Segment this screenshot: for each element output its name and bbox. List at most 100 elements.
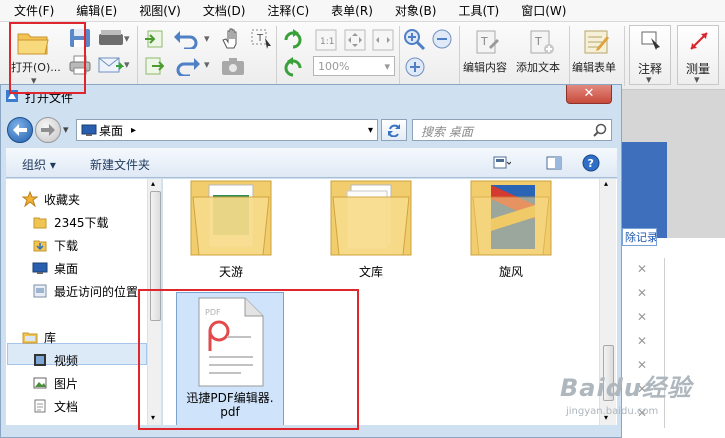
- zoom-value: 100%: [318, 59, 350, 73]
- nav-item-label: 2345下载: [54, 215, 109, 230]
- undo-dropdown-icon[interactable]: ▾: [204, 32, 210, 45]
- dialog-titlebar: 打开文件 ✕: [1, 85, 621, 107]
- nav-item-recent-places[interactable]: 最近访问的位置: [32, 281, 138, 301]
- nav-item-label: 文档: [54, 399, 79, 414]
- redo-dropdown-icon[interactable]: ▾: [204, 58, 210, 71]
- video-icon: [32, 352, 48, 368]
- close-icon[interactable]: ✕: [637, 310, 647, 324]
- annotate-icon: [639, 29, 663, 51]
- new-folder-button[interactable]: 新建文件夹: [90, 156, 150, 173]
- menu-object[interactable]: 对象(B): [395, 2, 437, 19]
- address-location: 桌面: [99, 123, 124, 138]
- scroll-up-icon[interactable]: ▴: [151, 179, 155, 188]
- rotate-counterclockwise-icon[interactable]: [280, 55, 306, 79]
- email-icon[interactable]: [98, 54, 124, 76]
- email-dropdown-icon[interactable]: ▾: [124, 58, 130, 71]
- search-input[interactable]: 搜索 桌面: [412, 119, 612, 141]
- undo-icon[interactable]: [172, 28, 202, 50]
- zoom-out-icon[interactable]: [430, 27, 454, 51]
- recent-pages-dropdown-icon[interactable]: ▾: [63, 123, 69, 136]
- address-bar[interactable]: 桌面 ▸ ▾: [76, 119, 378, 141]
- close-icon[interactable]: ✕: [637, 262, 647, 276]
- nav-library-label: 库: [44, 330, 57, 345]
- library-icon: [22, 329, 38, 345]
- folder-item-xuanfeng[interactable]: 旋风: [461, 179, 561, 279]
- highlight-open-button: [9, 22, 86, 94]
- address-row: ▾ 桌面 ▸ ▾ 搜索 桌面: [1, 113, 621, 145]
- nav-item-2345-downloads[interactable]: 2345下载: [32, 212, 109, 232]
- menu-bar: 文件(F) 编辑(E) 视图(V) 文档(D) 注释(C) 表单(R) 对象(B…: [0, 0, 725, 22]
- search-placeholder: 搜索 桌面: [421, 125, 473, 139]
- menu-tools[interactable]: 工具(T): [458, 2, 499, 19]
- zoom-select[interactable]: 100% ▾: [313, 56, 395, 76]
- menu-edit[interactable]: 编辑(E): [76, 2, 117, 19]
- nav-item-documents[interactable]: 文档: [32, 396, 78, 416]
- nav-item-desktop[interactable]: 桌面: [32, 258, 78, 278]
- file-name: 文库: [358, 265, 383, 279]
- zoom-in-icon[interactable]: [402, 27, 428, 51]
- help-icon[interactable]: ?: [582, 154, 600, 172]
- refresh-button[interactable]: [381, 119, 407, 141]
- folder-icon: [470, 180, 552, 256]
- rotate-clockwise-icon[interactable]: [280, 27, 306, 51]
- nav-item-downloads[interactable]: 下载: [32, 235, 78, 255]
- edit-form-icon[interactable]: [582, 27, 612, 57]
- menu-document[interactable]: 文档(D): [203, 2, 246, 19]
- scanner-icon[interactable]: [98, 27, 124, 49]
- fit-width-icon[interactable]: [370, 27, 396, 53]
- nav-item-label: 桌面: [54, 261, 79, 276]
- nav-item-label: 下载: [54, 238, 79, 253]
- nav-item-label: 最近访问的位置: [54, 284, 139, 299]
- address-dropdown-icon[interactable]: ▾: [368, 125, 373, 136]
- menu-window[interactable]: 窗口(W): [521, 2, 566, 19]
- folder-icon: [190, 180, 272, 256]
- hand-tool-icon[interactable]: [220, 27, 244, 51]
- scroll-up-icon[interactable]: ▴: [604, 179, 608, 188]
- record-link[interactable]: 除记录: [622, 228, 657, 246]
- organize-button[interactable]: 组织 ▾: [22, 156, 56, 173]
- close-icon[interactable]: ✕: [637, 334, 647, 348]
- file-name: 天游: [218, 265, 243, 279]
- menu-comment[interactable]: 注释(C): [267, 2, 309, 19]
- preview-pane-icon[interactable]: [546, 155, 562, 171]
- watermark-logo: Baidu经验: [560, 374, 692, 402]
- fit-page-icon[interactable]: [342, 27, 368, 53]
- select-text-icon[interactable]: T: [248, 27, 274, 51]
- edit-content-icon[interactable]: T: [474, 28, 502, 56]
- nav-library[interactable]: 库: [22, 327, 56, 347]
- add-text-button[interactable]: 添加文本: [516, 59, 560, 75]
- search-icon[interactable]: [593, 123, 607, 137]
- svg-text:T: T: [256, 33, 264, 44]
- arrow-left-icon: [13, 124, 27, 136]
- menu-file[interactable]: 文件(F): [14, 2, 54, 19]
- export-icon[interactable]: [143, 55, 165, 77]
- nav-item-pictures[interactable]: 图片: [32, 373, 78, 393]
- folder-item-tianyou[interactable]: 天游: [181, 179, 281, 279]
- desktop-icon: [81, 123, 97, 137]
- view-options-icon[interactable]: [493, 155, 511, 171]
- annotate-button[interactable]: 注释 ▾: [629, 25, 671, 86]
- add-text-icon[interactable]: T: [528, 28, 556, 56]
- scanner-dropdown-icon[interactable]: ▾: [124, 32, 130, 45]
- measure-button[interactable]: 测量 ▾: [677, 25, 719, 86]
- folder-item-wenku[interactable]: 文库: [321, 179, 421, 279]
- breadcrumb-chevron-icon[interactable]: ▸: [131, 125, 136, 136]
- annotate-dropdown-icon: ▾: [646, 73, 652, 86]
- zoom-plus-icon[interactable]: [402, 55, 428, 79]
- back-button[interactable]: [7, 117, 33, 143]
- nav-favorites[interactable]: 收藏夹: [22, 189, 80, 209]
- edit-form-button[interactable]: 编辑表单: [572, 59, 616, 75]
- menu-view[interactable]: 视图(V): [139, 2, 181, 19]
- forward-button[interactable]: [35, 117, 61, 143]
- edit-content-button[interactable]: 编辑内容: [463, 59, 507, 75]
- import-icon[interactable]: [143, 28, 165, 50]
- snapshot-icon[interactable]: [220, 54, 246, 78]
- nav-item-videos[interactable]: 视频: [32, 350, 78, 370]
- redo-icon[interactable]: [172, 55, 202, 77]
- refresh-icon: [388, 124, 400, 137]
- close-icon[interactable]: ✕: [637, 286, 647, 300]
- desktop-icon: [32, 260, 48, 276]
- close-button[interactable]: ✕: [566, 85, 612, 104]
- actual-size-icon[interactable]: 1:1: [313, 27, 339, 53]
- menu-form[interactable]: 表单(R): [331, 2, 373, 19]
